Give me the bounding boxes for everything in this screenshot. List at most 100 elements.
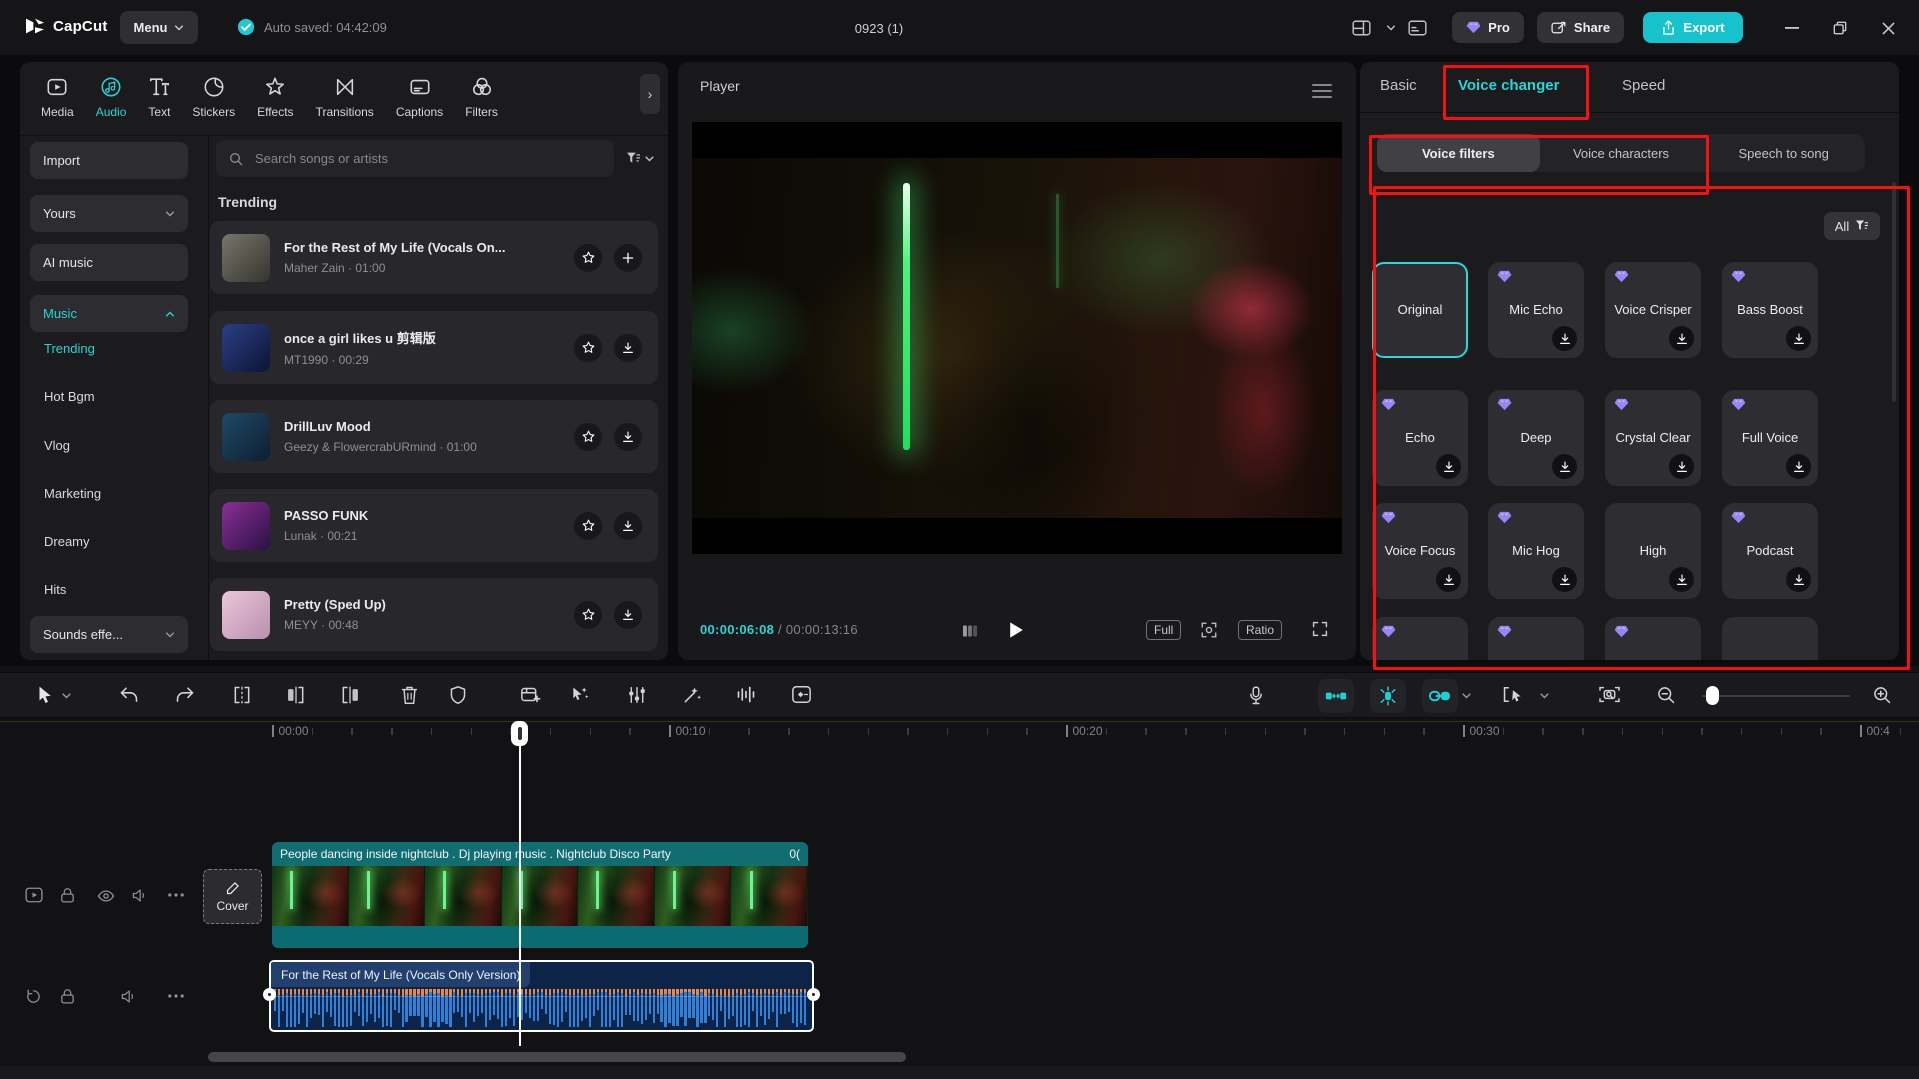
restore-button[interactable] xyxy=(1828,16,1852,40)
music-button[interactable]: Music xyxy=(30,295,188,332)
delete-icon[interactable] xyxy=(400,685,419,705)
tab-effects[interactable]: Effects xyxy=(246,76,304,119)
lock-icon[interactable] xyxy=(60,988,75,1005)
eye-icon[interactable] xyxy=(97,889,115,903)
sidebar-item-marketing[interactable]: Marketing xyxy=(44,485,101,503)
add-overlay-icon[interactable] xyxy=(520,685,541,704)
sound-effects-button[interactable]: Sounds effe... xyxy=(30,616,188,653)
favorite-button[interactable] xyxy=(574,423,602,451)
lock-icon[interactable] xyxy=(60,887,75,904)
keyframe-graph-icon[interactable] xyxy=(791,685,812,704)
playhead-handle[interactable] xyxy=(511,721,528,746)
filter-sort-icon[interactable] xyxy=(626,152,654,165)
cover-button[interactable]: Cover xyxy=(203,869,262,924)
redo-icon[interactable] xyxy=(175,685,195,704)
favorite-button[interactable] xyxy=(574,334,602,362)
chevron-down-icon[interactable] xyxy=(1386,25,1396,31)
song-row[interactable]: DrillLuv Mood Geezy & FlowercrabURmind ·… xyxy=(210,400,658,473)
export-button[interactable]: Export xyxy=(1643,12,1743,43)
song-row[interactable]: PASSO FUNK Lunak · 00:21 xyxy=(210,489,658,562)
split-icon[interactable] xyxy=(232,685,252,705)
clip-select-button[interactable] xyxy=(1502,685,1524,704)
zoom-slider-knob[interactable] xyxy=(1706,686,1719,705)
shortcut-panel-icon[interactable] xyxy=(1408,20,1427,36)
sidebar-item-hits[interactable]: Hits xyxy=(44,581,66,599)
mode-speech-to-song[interactable]: Speech to song xyxy=(1702,134,1865,172)
song-row[interactable]: Pretty (Sped Up) MEYY · 00:48 xyxy=(210,578,658,651)
expand-panel-button[interactable]: › xyxy=(640,74,660,114)
download-button[interactable] xyxy=(614,601,642,629)
tab-transitions[interactable]: Transitions xyxy=(305,76,385,119)
highlight-button[interactable] xyxy=(1370,679,1406,713)
search-input[interactable] xyxy=(253,150,602,167)
tab-filters[interactable]: Filters xyxy=(454,76,509,119)
zoom-in-icon[interactable] xyxy=(1872,685,1892,705)
trim-handle-right[interactable] xyxy=(807,988,820,1001)
share-button[interactable]: Share xyxy=(1537,12,1624,43)
chevron-down-icon[interactable] xyxy=(62,693,71,699)
select-tool-icon[interactable] xyxy=(36,685,53,705)
tab-audio[interactable]: Audio xyxy=(85,76,138,119)
download-button[interactable] xyxy=(614,423,642,451)
layout-icon[interactable] xyxy=(1352,20,1371,36)
audio-clip[interactable]: For the Rest of My Life (Vocals Only Ver… xyxy=(269,960,814,1032)
import-button[interactable]: Import xyxy=(30,142,188,179)
chevron-down-icon[interactable] xyxy=(1462,693,1471,699)
mask-icon[interactable] xyxy=(449,685,467,705)
tab-basic[interactable]: Basic xyxy=(1380,77,1417,94)
video-clip[interactable]: People dancing inside nightclub . Dj pla… xyxy=(272,842,808,948)
sidebar-item-trending[interactable]: Trending xyxy=(44,340,95,358)
timeline-ruler[interactable]: 00:00 00:10 00:20 00:30 00:4 xyxy=(0,718,1919,748)
yours-button[interactable]: Yours xyxy=(30,195,188,232)
volume-icon[interactable] xyxy=(131,888,148,903)
download-button[interactable] xyxy=(614,512,642,540)
song-row[interactable]: once a girl likes u 剪辑版 MT1990 · 00:29 xyxy=(210,311,658,384)
sidebar-item-vlog[interactable]: Vlog xyxy=(44,437,70,455)
play-button[interactable] xyxy=(1008,621,1025,639)
audio-wave-icon[interactable] xyxy=(736,685,756,704)
ai-music-button[interactable]: AI music xyxy=(30,244,188,281)
add-to-timeline-button[interactable] xyxy=(614,244,642,272)
magic-wand-icon[interactable] xyxy=(682,685,702,705)
frame-by-frame-icon[interactable] xyxy=(962,624,978,638)
more-icon[interactable] xyxy=(168,994,184,998)
ratio-button[interactable]: Ratio xyxy=(1238,620,1282,640)
favorite-button[interactable] xyxy=(574,601,602,629)
download-button[interactable] xyxy=(614,334,642,362)
favorite-button[interactable] xyxy=(574,244,602,272)
close-button[interactable] xyxy=(1876,16,1900,40)
undo-icon[interactable] xyxy=(119,685,139,704)
player-menu-icon[interactable] xyxy=(1312,84,1332,98)
sidebar-item-hot-bgm[interactable]: Hot Bgm xyxy=(44,388,95,406)
mic-icon[interactable] xyxy=(1248,685,1264,706)
timeline-scrollbar[interactable] xyxy=(208,1052,906,1062)
pro-button[interactable]: Pro xyxy=(1452,12,1524,43)
sidebar-item-dreamy[interactable]: Dreamy xyxy=(44,533,90,551)
more-icon[interactable] xyxy=(168,893,184,897)
favorite-button[interactable] xyxy=(574,512,602,540)
minimize-button[interactable] xyxy=(1780,16,1804,40)
tab-speed[interactable]: Speed xyxy=(1622,77,1665,94)
menu-button[interactable]: Menu xyxy=(120,11,198,44)
auto-ripple-button[interactable] xyxy=(1318,679,1354,713)
tab-media[interactable]: Media xyxy=(30,76,85,119)
video-preview[interactable] xyxy=(692,122,1342,554)
smart-select-icon[interactable] xyxy=(570,685,590,705)
song-row[interactable]: For the Rest of My Life (Vocals On... Ma… xyxy=(210,221,658,294)
full-button[interactable]: Full xyxy=(1146,620,1181,640)
delete-right-icon[interactable] xyxy=(340,685,360,705)
tab-stickers[interactable]: Stickers xyxy=(181,76,246,119)
loop-icon[interactable] xyxy=(25,988,42,1005)
zoom-fit-icon[interactable] xyxy=(1200,621,1218,639)
fullscreen-icon[interactable] xyxy=(1312,621,1328,637)
delete-left-icon[interactable] xyxy=(286,685,306,705)
volume-icon[interactable] xyxy=(120,989,137,1004)
trim-handle-left[interactable] xyxy=(263,988,276,1001)
zoom-slider[interactable] xyxy=(1702,695,1850,697)
preview-quality-icon[interactable] xyxy=(1598,685,1621,704)
chevron-down-icon[interactable] xyxy=(1540,693,1549,699)
track-main-icon[interactable] xyxy=(25,887,43,903)
link-button[interactable] xyxy=(1422,679,1458,713)
tab-text[interactable]: Text xyxy=(137,76,181,119)
zoom-out-icon[interactable] xyxy=(1656,685,1676,705)
